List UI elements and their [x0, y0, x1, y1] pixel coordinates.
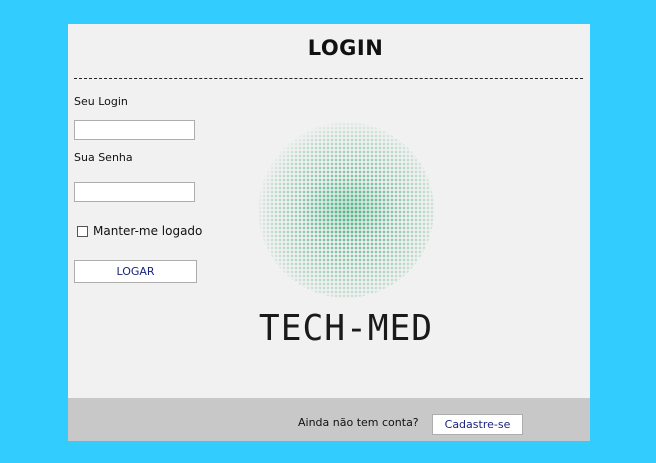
title-divider: [74, 78, 583, 79]
username-input[interactable]: [74, 120, 195, 140]
page-title: LOGIN: [307, 36, 384, 60]
halftone-logo-icon: [258, 122, 434, 298]
remember-label: Manter-me logado: [93, 224, 203, 238]
username-label: Seu Login: [74, 95, 128, 108]
login-window: LOGIN Seu Login Sua Senha Manter-me loga…: [68, 24, 590, 441]
remember-me[interactable]: Manter-me logado: [77, 224, 202, 238]
password-label: Sua Senha: [74, 151, 133, 164]
password-input[interactable]: [74, 182, 195, 202]
footer-bar: Ainda não tem conta? Cadastre-se: [68, 398, 590, 441]
signup-button[interactable]: Cadastre-se: [432, 414, 523, 435]
login-button[interactable]: LOGAR: [74, 260, 197, 283]
signup-prompt: Ainda não tem conta?: [298, 416, 419, 429]
brand-name: TECH-MED: [258, 308, 434, 349]
remember-checkbox[interactable]: [77, 225, 88, 237]
